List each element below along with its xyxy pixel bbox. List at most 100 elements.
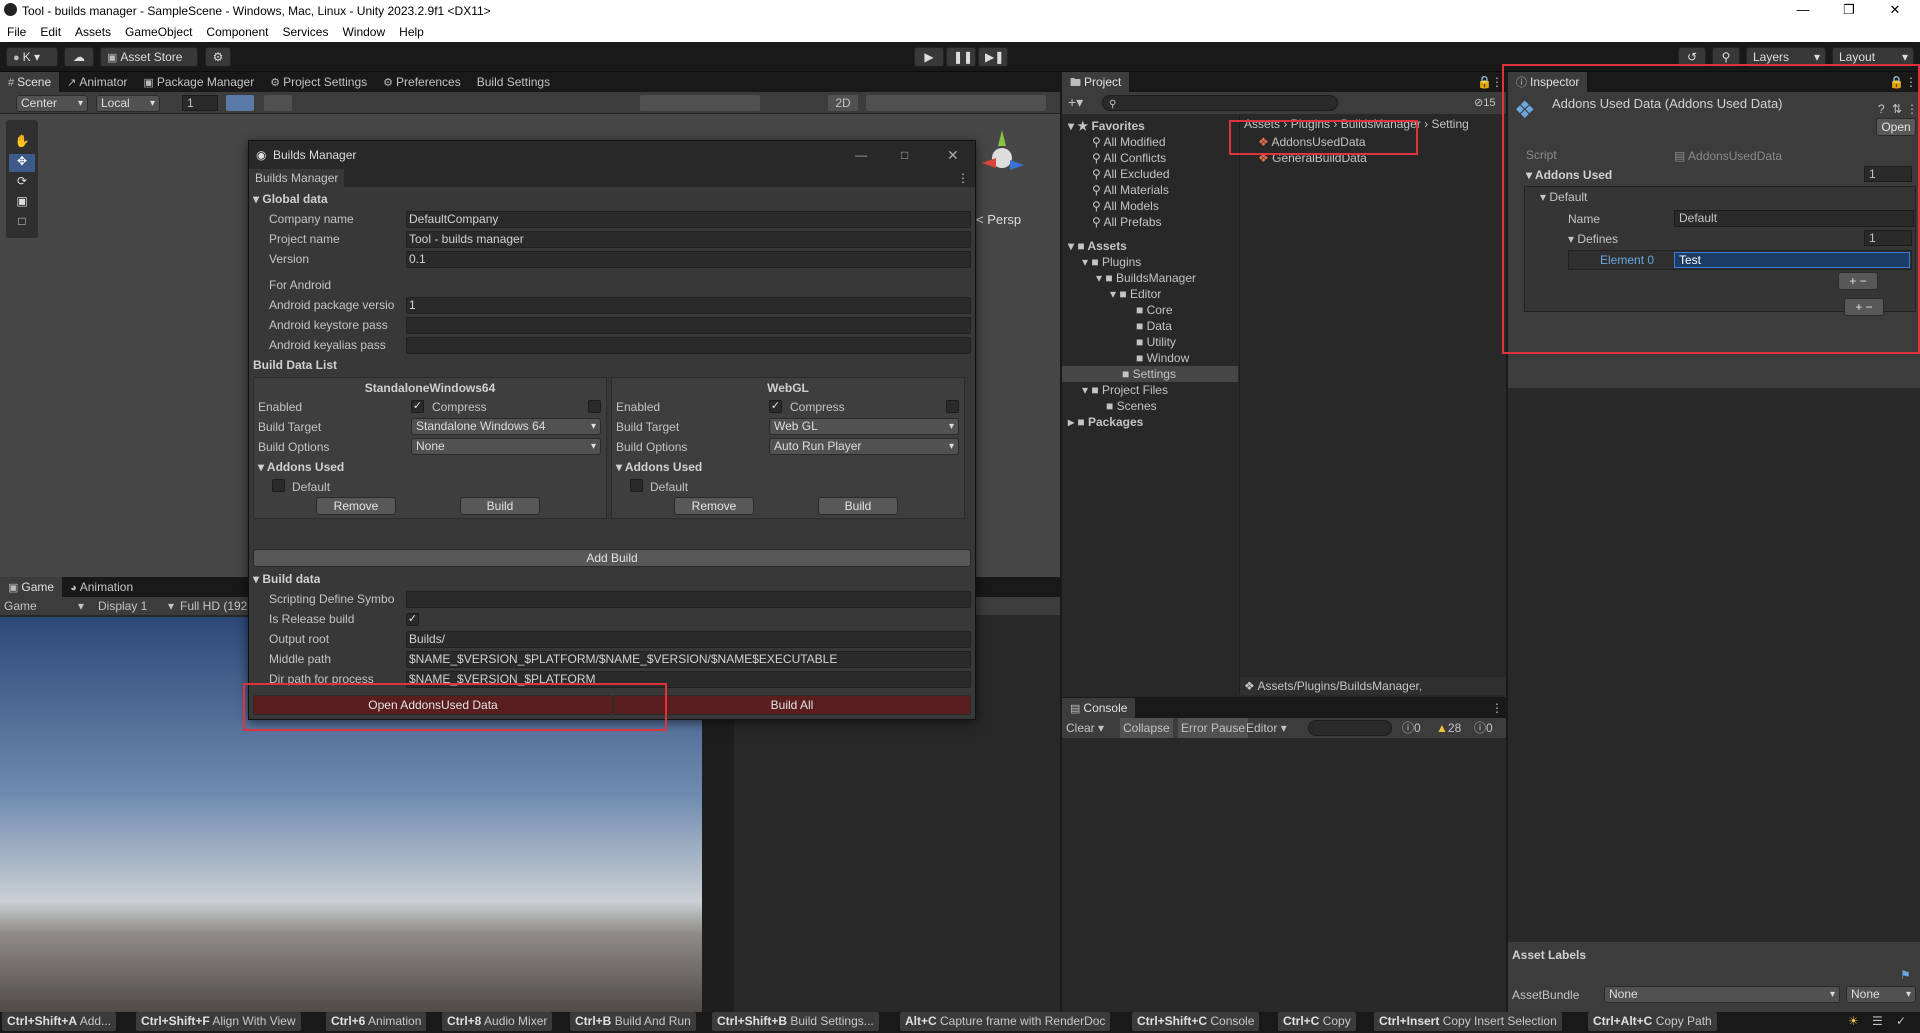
more-icon[interactable]: ⋮ [957,169,969,187]
scale-tool-icon[interactable]: ▣ [9,194,35,212]
build-button[interactable]: Build [818,497,898,515]
asset-variant-dropdown[interactable]: None [1846,986,1916,1003]
data-folder[interactable]: ■ Data [1136,318,1172,334]
clear-dropdown[interactable]: Clear ▾ [1066,718,1104,738]
addons-used-foldout[interactable]: ▾ Addons Used [258,460,344,474]
version-field[interactable]: 0.1 [406,251,971,268]
scripting-define-symbols-field[interactable] [406,591,971,608]
resolution-dropdown[interactable]: Full HD (192 [180,598,250,614]
game-view-dropdown[interactable]: Game ▾ [4,598,84,614]
favorite-item[interactable]: ⚲ All Models [1092,198,1159,214]
tab-project[interactable]: 🖿 Project [1062,72,1130,92]
project-files-folder[interactable]: ▾ ■ Project Files [1082,382,1168,398]
favorite-item[interactable]: ⚲ All Excluded [1092,166,1170,182]
rotate-tool-icon[interactable]: ⟳ [9,174,35,192]
play-button[interactable]: ▶ [914,47,944,67]
step-button[interactable]: ▶❚ [978,47,1008,67]
builds-manager-titlebar[interactable]: ◉ Builds Manager — □ ✕ [249,141,975,169]
tab-preferences[interactable]: ⚙ Preferences [375,72,469,92]
addon-default-checkbox[interactable] [272,479,285,492]
build-target-dropdown[interactable]: Standalone Windows 64 [411,418,601,435]
asset-store-button[interactable]: ▣Asset Store ▾ [100,47,198,83]
menu-help[interactable]: Help [392,25,431,39]
error-pause-button[interactable]: Error Pause [1178,718,1249,738]
plugins-folder[interactable]: ▾ ■ Plugins [1082,254,1141,270]
project-splitter[interactable] [1239,114,1240,694]
addon-default-checkbox[interactable] [630,479,643,492]
display-dropdown[interactable]: Display 1 ▾ [98,598,174,614]
enabled-checkbox[interactable]: ✓ [769,400,782,413]
menu-file[interactable]: File [0,25,33,39]
android-keystore-pass-field[interactable] [406,317,971,334]
add-build-button[interactable]: Add Build [253,549,971,567]
packages-folder[interactable]: ▸ ■ Packages [1068,414,1143,430]
window-folder[interactable]: ■ Window [1136,350,1189,366]
remove-build-button[interactable]: Remove [674,497,754,515]
enabled-checkbox[interactable]: ✓ [411,400,424,413]
addons-used-foldout[interactable]: ▾ Addons Used [616,460,702,474]
assets-folder[interactable]: ▾ ■ Assets [1068,238,1127,254]
compress-checkbox[interactable] [588,400,601,413]
minimize-icon[interactable]: — [1780,0,1826,22]
build-target-dropdown[interactable]: Web GL [769,418,959,435]
project-name-field[interactable]: Tool - builds manager [406,231,971,248]
breadcrumb-item[interactable]: Setting [1431,117,1468,131]
close-icon[interactable]: ✕ [947,141,959,169]
minimize-icon[interactable]: — [855,141,867,169]
2d-toggle[interactable]: 2D [828,95,858,111]
space-dropdown[interactable]: Local [96,95,160,112]
tab-animator[interactable]: ↗ Animator [59,72,135,92]
grid-toggle-button[interactable] [226,95,254,111]
android-keyalias-pass-field[interactable] [406,337,971,354]
tab-builds-manager[interactable]: Builds Manager [249,169,345,187]
menu-edit[interactable]: Edit [33,25,68,39]
tab-animation[interactable]: ◕ Animation [62,577,141,597]
lock-icon[interactable]: 🔒 [1477,75,1492,89]
middle-path-field[interactable]: $NAME_$VERSION_$PLATFORM/$NAME_$VERSION/… [406,651,971,668]
android-package-version-field[interactable]: 1 [406,297,971,314]
buildsmanager-folder[interactable]: ▾ ■ BuildsManager [1096,270,1196,286]
build-button[interactable]: Build [460,497,540,515]
pivot-dropdown[interactable]: Center [16,95,88,112]
close-icon[interactable]: ✕ [1872,0,1918,22]
settings-folder[interactable]: ■ Settings [1062,366,1238,382]
build-data-foldout[interactable]: ▾ Build data [253,569,320,589]
hidden-count-badge[interactable]: ⊘15 [1474,96,1495,109]
info-count-toggle[interactable]: ⓘ0 [1474,718,1493,738]
light-icon[interactable]: ☀ [1848,1014,1859,1028]
menu-gameobject[interactable]: GameObject [118,25,199,39]
move-tool-icon[interactable]: ✥ [9,154,35,172]
output-root-field[interactable]: Builds/ [406,631,971,648]
tab-package-manager[interactable]: ▣ Package Manager [135,72,262,92]
grid-snap-input[interactable]: 1 [182,95,218,111]
menu-window[interactable]: Window [335,25,392,39]
build-options-dropdown[interactable]: None [411,438,601,455]
editor-dropdown[interactable]: Editor ▾ [1246,718,1287,738]
maximize-icon[interactable]: □ [901,141,908,169]
menu-assets[interactable]: Assets [68,25,118,39]
global-data-foldout[interactable]: ▾ Global data [253,189,328,209]
maximize-icon[interactable]: ❐ [1826,0,1872,22]
company-name-field[interactable]: DefaultCompany [406,211,971,228]
remove-build-button[interactable]: Remove [316,497,396,515]
tab-project-settings[interactable]: ⚙ Project Settings [262,72,375,92]
core-folder[interactable]: ■ Core [1136,302,1173,318]
rect-tool-icon[interactable]: □ [9,214,35,232]
project-search-input[interactable]: ⚲ [1102,95,1338,111]
collapse-button[interactable]: Collapse [1120,718,1173,738]
build-options-dropdown[interactable]: Auto Run Player [769,438,959,455]
layers-icon[interactable]: ☰ [1872,1014,1883,1028]
favorite-item[interactable]: ⚲ All Prefabs [1092,214,1162,230]
scene-gizmo[interactable] [974,128,1034,188]
favorites-foldout[interactable]: ▾ ★ Favorites [1068,118,1145,134]
is-release-build-checkbox[interactable]: ✓ [406,613,419,626]
favorite-item[interactable]: ⚲ All Materials [1092,182,1169,198]
menu-services[interactable]: Services [275,25,335,39]
console-search-input[interactable] [1308,720,1392,736]
favorite-item[interactable]: ⚲ All Conflicts [1092,150,1166,166]
tab-game[interactable]: ▣ Game [0,577,63,597]
asset-bundle-dropdown[interactable]: None [1604,986,1840,1003]
pause-button[interactable]: ❚❚ [946,47,976,67]
favorite-item[interactable]: ⚲ All Modified [1092,134,1166,150]
menu-component[interactable]: Component [199,25,275,39]
